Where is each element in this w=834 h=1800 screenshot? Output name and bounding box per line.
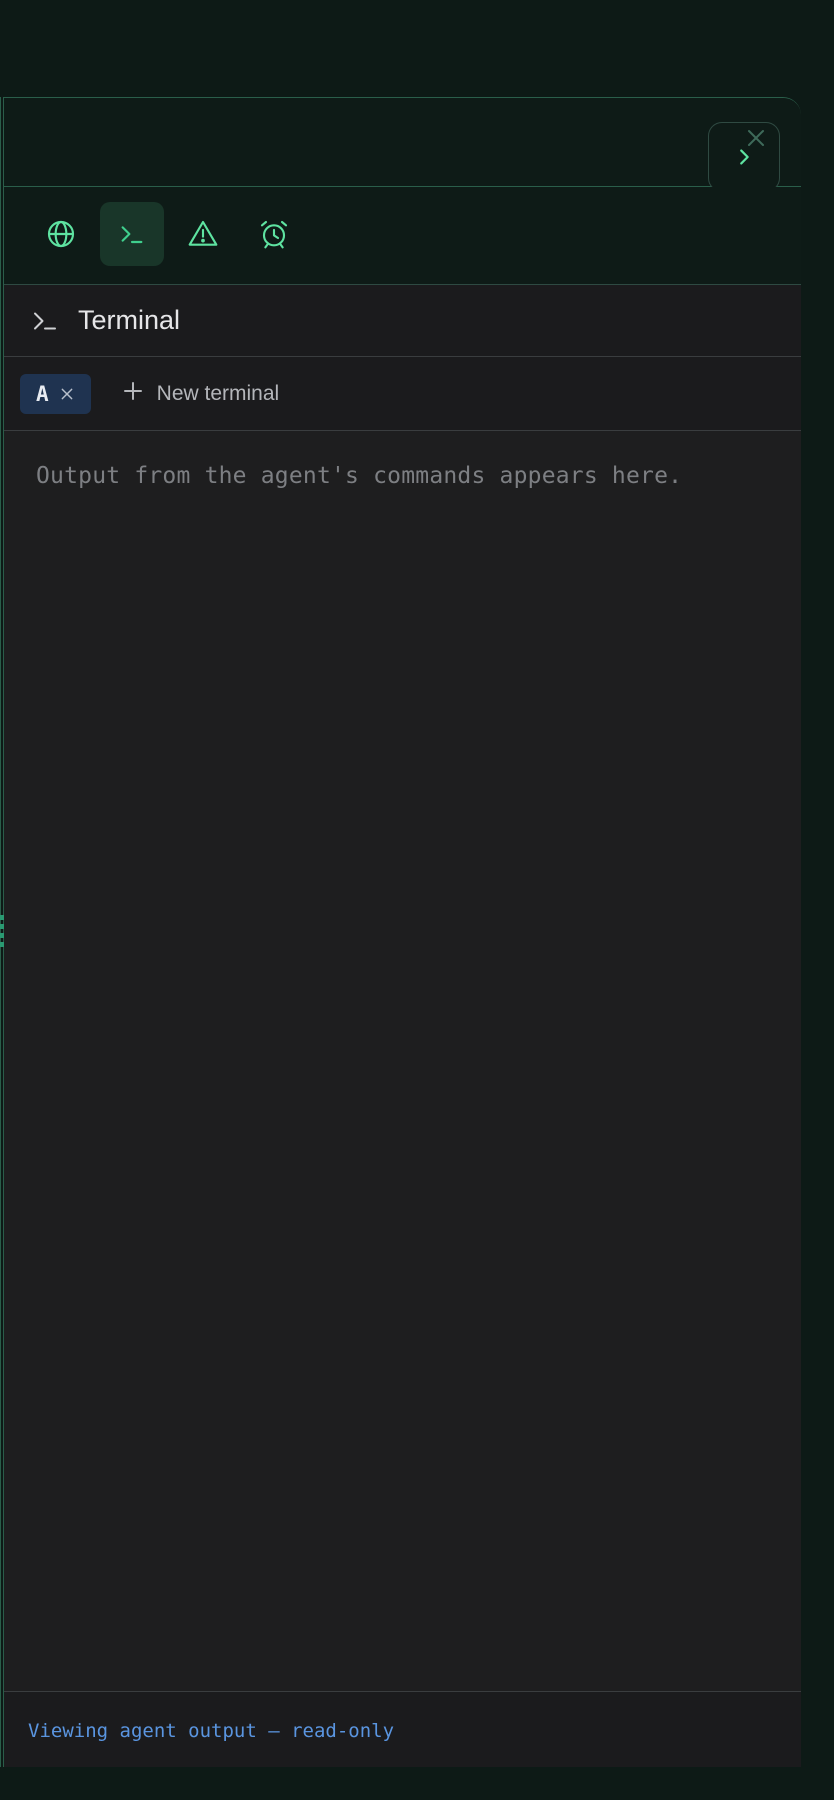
scheduled-tool-button[interactable] — [242, 202, 306, 266]
close-icon[interactable] — [744, 126, 768, 150]
terminal-footer: Viewing agent output — read-only — [4, 1691, 801, 1767]
resize-handle[interactable] — [0, 915, 4, 949]
problems-tool-button[interactable] — [171, 202, 235, 266]
terminal-tab-a[interactable]: A — [20, 373, 91, 414]
terminal-title: Terminal — [78, 305, 181, 335]
terminal-output[interactable]: Output from the agent's commands appears… — [4, 431, 801, 1691]
terminal-icon — [116, 218, 148, 250]
globe-icon — [45, 218, 77, 250]
new-terminal-label: New terminal — [156, 381, 280, 405]
side-panel: Terminal A New terminal Output from the … — [3, 97, 801, 1767]
browser-tool-button[interactable] — [29, 202, 93, 266]
terminal-tabs-bar: A New terminal — [4, 357, 801, 431]
tool-bar — [4, 187, 801, 285]
plus-icon — [121, 379, 145, 408]
alarm-clock-icon — [258, 218, 290, 250]
panel-top-bar — [4, 98, 801, 192]
terminal-header: Terminal — [4, 285, 801, 357]
new-terminal-button[interactable]: New terminal — [121, 379, 280, 408]
status-text: Viewing agent output — read-only — [28, 1720, 395, 1742]
close-icon[interactable] — [59, 386, 75, 402]
terminal-icon — [30, 306, 60, 336]
terminal-tab-label: A — [36, 381, 49, 406]
warning-triangle-icon — [187, 218, 219, 250]
output-placeholder: Output from the agent's commands appears… — [36, 463, 683, 489]
terminal-tool-button[interactable] — [100, 202, 164, 266]
